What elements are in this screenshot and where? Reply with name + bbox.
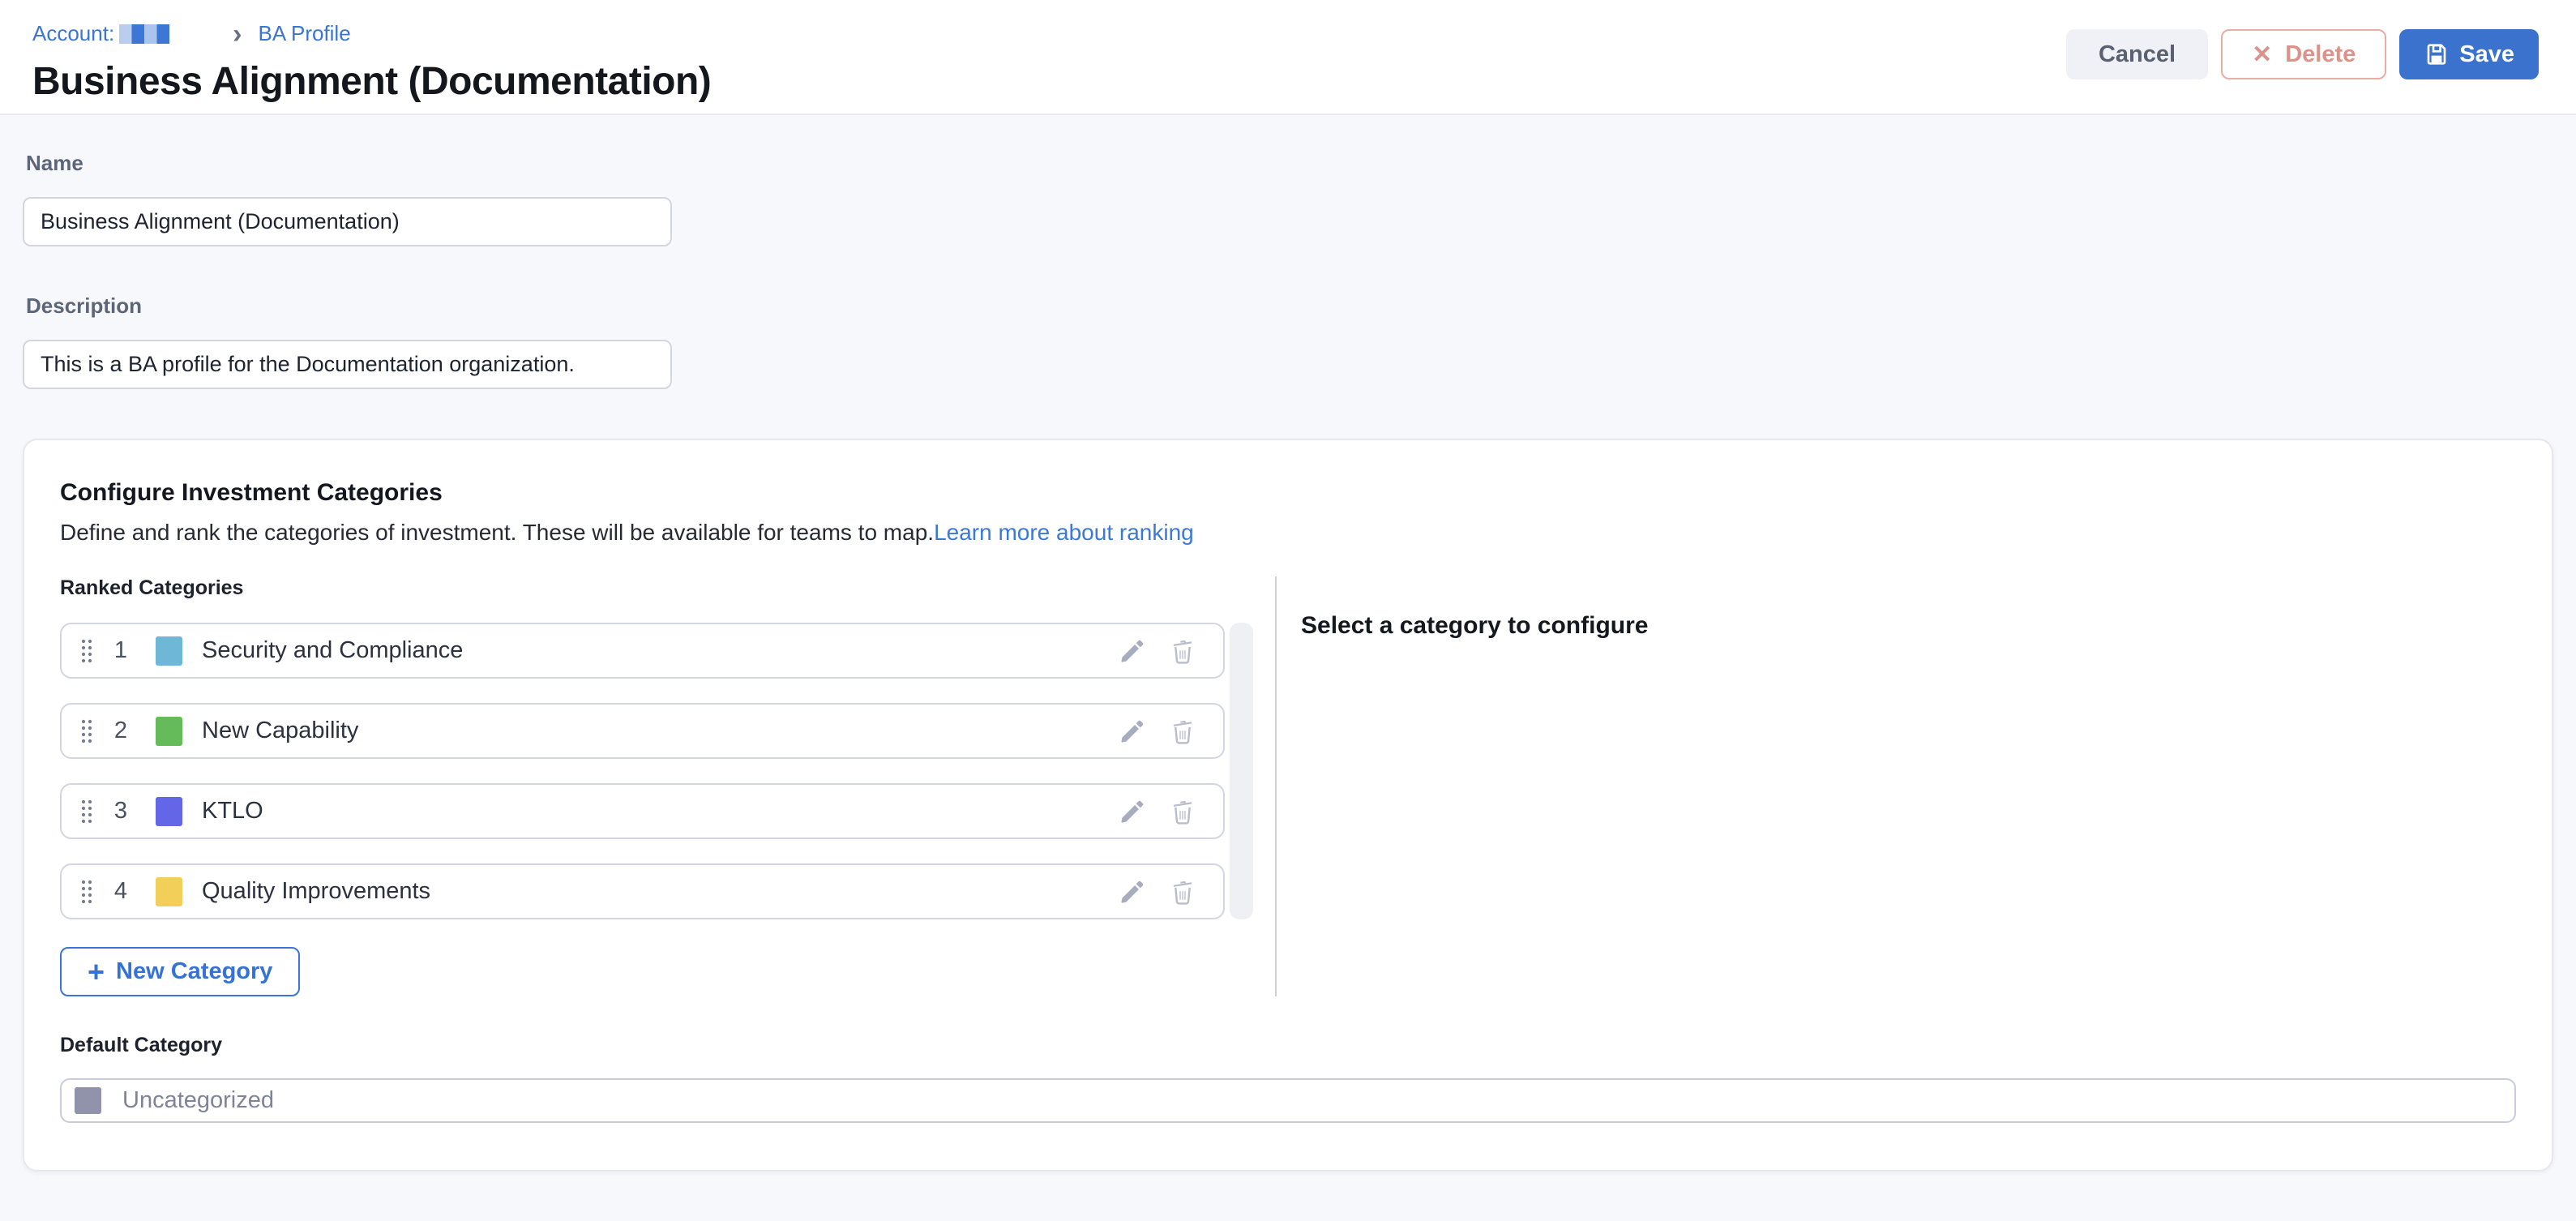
delete-button[interactable]: ✕ Delete <box>2221 29 2386 79</box>
description-input[interactable] <box>23 340 672 389</box>
category-name: Security and Compliance <box>202 637 463 664</box>
edit-category-button[interactable] <box>1118 636 1147 666</box>
drag-handle-icon[interactable] <box>79 878 94 906</box>
delete-category-icon-button[interactable] <box>1168 877 1197 906</box>
card-title: Configure Investment Categories <box>60 479 2516 507</box>
main-content: Name Description Configure Investment Ca… <box>0 115 2576 1172</box>
delete-category-icon-button[interactable] <box>1168 797 1197 826</box>
default-category-label: Default Category <box>60 1034 2516 1057</box>
category-name: New Capability <box>202 718 358 744</box>
new-category-label: New Category <box>116 958 272 985</box>
ranked-category-row[interactable]: 4 Quality Improvements <box>60 863 1225 919</box>
trash-icon <box>1168 636 1197 666</box>
delete-category-icon-button[interactable] <box>1168 717 1197 746</box>
category-color-swatch <box>156 636 182 666</box>
category-detail-panel: Select a category to configure <box>1277 576 2516 996</box>
name-input[interactable] <box>23 197 672 246</box>
description-field-label: Description <box>26 293 2553 319</box>
chevron-right-icon: › <box>233 24 242 44</box>
learn-more-link[interactable]: Learn more about ranking <box>934 520 1194 545</box>
trash-icon <box>1168 797 1197 826</box>
category-rank: 4 <box>107 878 135 905</box>
save-disk-icon <box>2424 41 2450 67</box>
default-category-swatch <box>75 1087 101 1114</box>
ranked-category-row[interactable]: 2 New Capability <box>60 703 1225 759</box>
delete-category-icon-button[interactable] <box>1168 636 1197 666</box>
card-subtitle-text: Define and rank the categories of invest… <box>60 520 934 545</box>
breadcrumb-account-label[interactable]: Account: <box>32 21 114 46</box>
page-title: Business Alignment (Documentation) <box>32 59 711 104</box>
ranked-categories-label: Ranked Categories <box>60 576 1275 600</box>
trash-icon <box>1168 717 1197 746</box>
edit-category-button[interactable] <box>1118 797 1147 826</box>
configure-categories-card: Configure Investment Categories Define a… <box>23 439 2553 1172</box>
name-field-label: Name <box>26 151 2553 176</box>
edit-category-button[interactable] <box>1118 717 1147 746</box>
card-subtitle: Define and rank the categories of invest… <box>60 520 2516 546</box>
new-category-button[interactable]: + New Category <box>60 947 300 996</box>
plus-icon: + <box>88 960 105 984</box>
empty-state-message: Select a category to configure <box>1301 612 2516 640</box>
redacted-account-name <box>119 24 169 44</box>
list-scrollbar-track[interactable] <box>1230 623 1253 919</box>
pencil-icon <box>1118 717 1147 746</box>
header-left: Account: › BA Profile Business Alignment… <box>32 21 711 114</box>
category-rank: 1 <box>107 637 135 664</box>
cancel-button[interactable]: Cancel <box>2066 29 2208 79</box>
category-rank: 2 <box>107 718 135 744</box>
category-name: KTLO <box>202 798 263 825</box>
drag-handle-icon[interactable] <box>79 798 94 825</box>
breadcrumb-current[interactable]: BA Profile <box>259 21 351 46</box>
ranked-category-list: 1 Security and Compliance <box>60 623 1225 919</box>
default-category-name: Uncategorized <box>122 1087 274 1114</box>
edit-category-button[interactable] <box>1118 877 1147 906</box>
category-color-swatch <box>156 797 182 826</box>
save-button-label: Save <box>2459 41 2514 68</box>
trash-icon <box>1168 877 1197 906</box>
pencil-icon <box>1118 636 1147 666</box>
default-category-row[interactable]: Uncategorized <box>60 1078 2516 1123</box>
category-color-swatch <box>156 717 182 746</box>
ranked-category-row[interactable]: 3 KTLO <box>60 783 1225 839</box>
pencil-icon <box>1118 797 1147 826</box>
ranked-category-row[interactable]: 1 Security and Compliance <box>60 623 1225 679</box>
page-header: Account: › BA Profile Business Alignment… <box>0 0 2576 115</box>
pencil-icon <box>1118 877 1147 906</box>
category-rank: 3 <box>107 798 135 825</box>
header-actions: Cancel ✕ Delete Save <box>2066 29 2539 114</box>
drag-handle-icon[interactable] <box>79 637 94 665</box>
breadcrumb: Account: › BA Profile <box>32 21 711 46</box>
ranked-categories-panel: Ranked Categories 1 Security and Complia… <box>60 576 1277 996</box>
x-icon: ✕ <box>2252 41 2272 69</box>
drag-handle-icon[interactable] <box>79 718 94 745</box>
save-button[interactable]: Save <box>2399 29 2539 79</box>
delete-button-label: Delete <box>2285 41 2356 68</box>
category-color-swatch <box>156 877 182 906</box>
category-name: Quality Improvements <box>202 878 430 905</box>
